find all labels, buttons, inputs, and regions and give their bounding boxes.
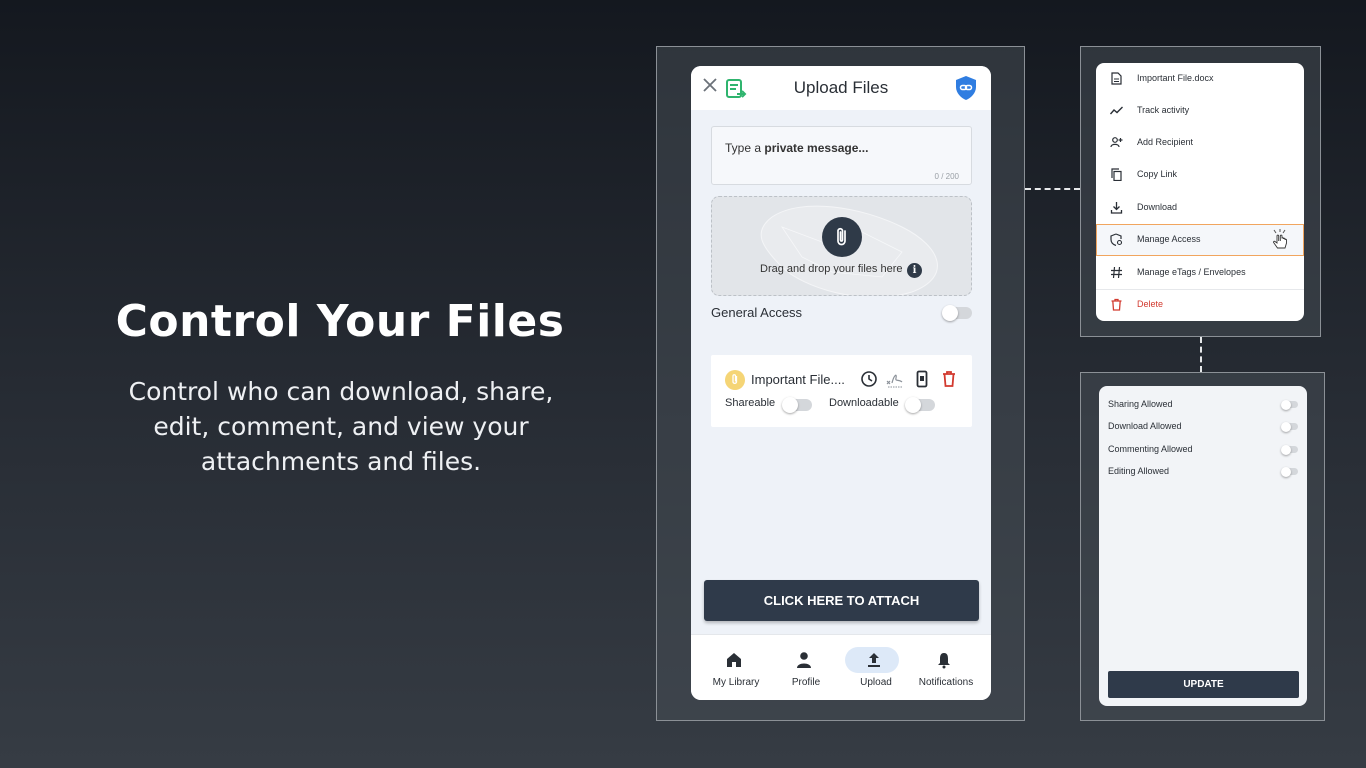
signature-icon[interactable] <box>886 370 904 388</box>
hash-icon <box>1111 266 1122 279</box>
menu-label: Manage eTags / Envelopes <box>1137 267 1246 277</box>
nav-label: Notifications <box>918 677 974 688</box>
update-button[interactable]: UPDATE <box>1108 671 1299 698</box>
file-name: Important File.... <box>751 372 845 387</box>
menu-label: Track activity <box>1137 105 1190 115</box>
nav-label: Profile <box>791 677 821 688</box>
nav-notifications[interactable]: Notifications <box>910 635 982 700</box>
home-icon <box>727 653 741 667</box>
shield-link-icon[interactable] <box>955 75 977 101</box>
general-access-toggle[interactable] <box>942 305 972 321</box>
private-message-input[interactable]: Type a private message... 0 / 200 <box>711 126 972 185</box>
upload-icon <box>868 653 880 667</box>
permission-row-editing: Editing Allowed <box>1099 457 1307 479</box>
permission-label: Editing Allowed <box>1108 466 1170 476</box>
commenting-allowed-toggle[interactable] <box>1281 444 1298 455</box>
hero-description: Control who can download, share, edit, c… <box>128 377 554 476</box>
document-icon <box>1111 72 1122 85</box>
connector-line <box>1200 337 1202 372</box>
clock-icon[interactable] <box>860 370 878 388</box>
bottom-navigation: My Library Profile Upload Notifications <box>691 634 991 700</box>
menu-label: Manage Access <box>1137 234 1201 244</box>
page-title: Upload Files <box>793 78 889 97</box>
add-person-icon <box>1110 137 1123 148</box>
nav-label: Upload <box>860 677 892 688</box>
menu-item-delete[interactable]: Delete <box>1096 289 1304 321</box>
menu-item-copy-link[interactable]: Copy Link <box>1096 159 1304 191</box>
paperclip-icon <box>837 227 846 246</box>
info-icon[interactable]: i <box>907 263 922 278</box>
file-card: Important File.... Shareable Downloadabl… <box>711 355 972 427</box>
connector-line <box>1025 188 1080 190</box>
sharing-allowed-toggle[interactable] <box>1281 399 1298 410</box>
message-placeholder: Type a private message... <box>725 141 869 155</box>
permission-row-download: Download Allowed <box>1099 412 1307 434</box>
permission-label: Commenting Allowed <box>1108 444 1193 454</box>
file-actions-menu: Important File.docx Track activity Add R… <box>1096 63 1304 321</box>
nav-upload[interactable]: Upload <box>840 635 912 700</box>
menu-item-file[interactable]: Important File.docx <box>1096 63 1304 95</box>
menu-label: Add Recipient <box>1137 137 1194 147</box>
menu-item-manage-access[interactable]: Manage Access <box>1096 224 1304 256</box>
menu-item-track-activity[interactable]: Track activity <box>1096 95 1304 127</box>
menu-label: Download <box>1137 202 1178 212</box>
app-header: Upload Files <box>691 66 991 110</box>
activity-icon <box>1110 106 1123 115</box>
character-count: 0 / 200 <box>934 172 959 181</box>
permission-row-commenting: Commenting Allowed <box>1099 435 1307 457</box>
menu-label: Copy Link <box>1137 169 1178 179</box>
file-type-icon <box>725 370 745 390</box>
attach-button[interactable]: CLICK HERE TO ATTACH <box>704 580 979 621</box>
permission-row-sharing: Sharing Allowed <box>1099 390 1307 412</box>
menu-item-download[interactable]: Download <box>1096 192 1304 224</box>
download-allowed-toggle[interactable] <box>1281 421 1298 432</box>
downloadable-toggle[interactable] <box>905 397 935 413</box>
download-icon <box>1110 202 1123 214</box>
general-access-label: General Access <box>711 305 803 320</box>
menu-label: Important File.docx <box>1137 73 1214 83</box>
upload-files-screen: Upload Files Type a private message... 0… <box>691 66 991 700</box>
permission-label: Sharing Allowed <box>1108 399 1173 409</box>
editing-allowed-toggle[interactable] <box>1281 466 1298 477</box>
menu-item-add-recipient[interactable]: Add Recipient <box>1096 127 1304 159</box>
permissions-panel: Sharing Allowed Download Allowed Comment… <box>1099 386 1307 706</box>
hand-cursor-icon <box>1273 229 1287 249</box>
downloadable-label: Downloadable <box>829 397 899 409</box>
nav-label: My Library <box>712 677 760 688</box>
trash-icon <box>1111 298 1122 311</box>
person-icon <box>797 652 811 668</box>
menu-label: Delete <box>1137 299 1164 309</box>
bell-icon <box>938 653 950 669</box>
trash-icon[interactable] <box>940 370 958 388</box>
hero-title: Control Your Files <box>115 296 565 347</box>
dropzone-text: Drag and drop your files here <box>760 263 903 275</box>
manage-access-icon <box>1110 233 1123 246</box>
shareable-toggle[interactable] <box>782 397 812 413</box>
menu-item-manage-etags[interactable]: Manage eTags / Envelopes <box>1096 257 1304 289</box>
mobile-device-icon[interactable] <box>913 370 931 388</box>
paperclip-button[interactable] <box>822 217 862 257</box>
copy-icon <box>1111 168 1122 181</box>
shareable-label: Shareable <box>725 397 776 409</box>
permission-label: Download Allowed <box>1108 421 1182 431</box>
nav-my-library[interactable]: My Library <box>700 635 772 700</box>
nav-profile[interactable]: Profile <box>770 635 842 700</box>
file-dropzone[interactable]: Drag and drop your files here i <box>711 196 972 296</box>
